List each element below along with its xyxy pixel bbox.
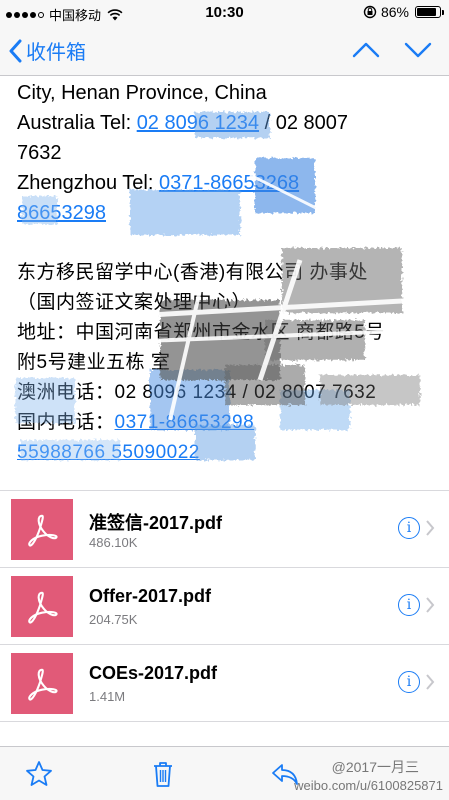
body-line: 附5号建业五栋 室 [17,352,171,373]
body-line: 55988766 55090022 [17,438,447,468]
body-line: 地址：中国河南省郑州市金水区 商都路5号 [17,322,385,343]
attachment-item[interactable]: 准签信-2017.pdf 486.10K i [0,491,449,568]
text-fragment: Zhengzhou Tel: [17,172,159,194]
watermark-url: weibo.com/u/6100825871 [294,778,443,793]
previous-message-button[interactable] [352,38,380,62]
body-line: City, Henan Province, China [17,82,267,104]
navigation-bar: 收件箱 [0,26,449,76]
text-fragment: Australia Tel: [17,112,137,134]
body-line: 86653298 [17,198,447,228]
chevron-right-icon [426,597,435,613]
text-fragment: 澳洲电话：02 8096 1234 [17,382,237,403]
body-line: （国内签证文案处理中心） [17,292,252,313]
pdf-icon [11,576,73,637]
text-fragment: / 02 8007 [259,112,348,134]
attachment-size: 1.41M [89,689,126,704]
status-right: 86% [363,4,444,20]
info-icon[interactable]: i [398,594,420,616]
chevron-right-icon [426,520,435,536]
info-icon[interactable]: i [398,671,420,693]
pdf-icon [11,653,73,714]
text-fragment: / 02 8007 7632 [236,382,377,403]
next-message-button[interactable] [404,38,432,62]
back-button-label: 收件箱 [26,42,86,64]
signal-strength-icon [6,11,44,18]
chevron-left-icon [9,39,22,62]
status-left: 中国移动 [6,5,123,24]
phone-link[interactable]: 02 8096 1234 [137,112,259,134]
rotation-lock-icon [363,5,377,19]
wifi-icon [107,8,123,20]
body-line: 7632 [17,142,62,164]
status-bar: 中国移动 10:30 86% [0,0,449,26]
back-button[interactable]: 收件箱 [8,36,86,65]
attachment-item[interactable]: COEs-2017.pdf 1.41M i [0,645,449,722]
attachment-item[interactable]: Offer-2017.pdf 204.75K i [0,568,449,645]
phone-link[interactable]: 55988766 55090022 [17,442,200,463]
attachment-name: Offer-2017.pdf [89,586,212,606]
phone-link[interactable]: 0371-86653298 [115,412,255,433]
body-line: Australia Tel: 02 8096 1234 / 02 8007 [17,108,447,138]
chevron-right-icon [426,674,435,690]
body-line: 东方移民留学中心(香港)有限公司 办事处 [17,262,368,283]
pdf-icon [11,499,73,560]
bottom-toolbar: @2017一月三 weibo.com/u/6100825871 [0,746,449,800]
body-line: 澳洲电话：02 8096 1234 / 02 8007 7632 [17,378,447,408]
attachment-list: 准签信-2017.pdf 486.10K i Offer-2017.pdf 20… [0,490,449,722]
battery-level [417,8,436,16]
attachment-name: COEs-2017.pdf [89,663,218,683]
info-icon[interactable]: i [398,517,420,539]
phone-link[interactable]: 86653298 [17,202,106,224]
battery-icon [415,6,444,18]
attachment-size: 486.10K [89,535,138,550]
battery-percent: 86% [380,4,409,20]
trash-icon[interactable] [148,759,178,789]
attachment-size: 204.75K [89,612,138,627]
watermark-text: @2017一月三 [331,759,419,775]
flag-star-icon[interactable] [24,759,54,789]
message-body: City, Henan Province, China Australia Te… [17,78,447,468]
carrier-name: 中国移动 [49,8,102,23]
text-fragment: 国内电话： [17,412,115,433]
body-line: 国内电话：0371-86653298 [17,408,447,438]
body-line: Zhengzhou Tel: 0371-86653268 [17,168,447,198]
attachment-name: 准签信-2017.pdf [89,513,223,533]
phone-link[interactable]: 0371-86653268 [159,172,299,194]
